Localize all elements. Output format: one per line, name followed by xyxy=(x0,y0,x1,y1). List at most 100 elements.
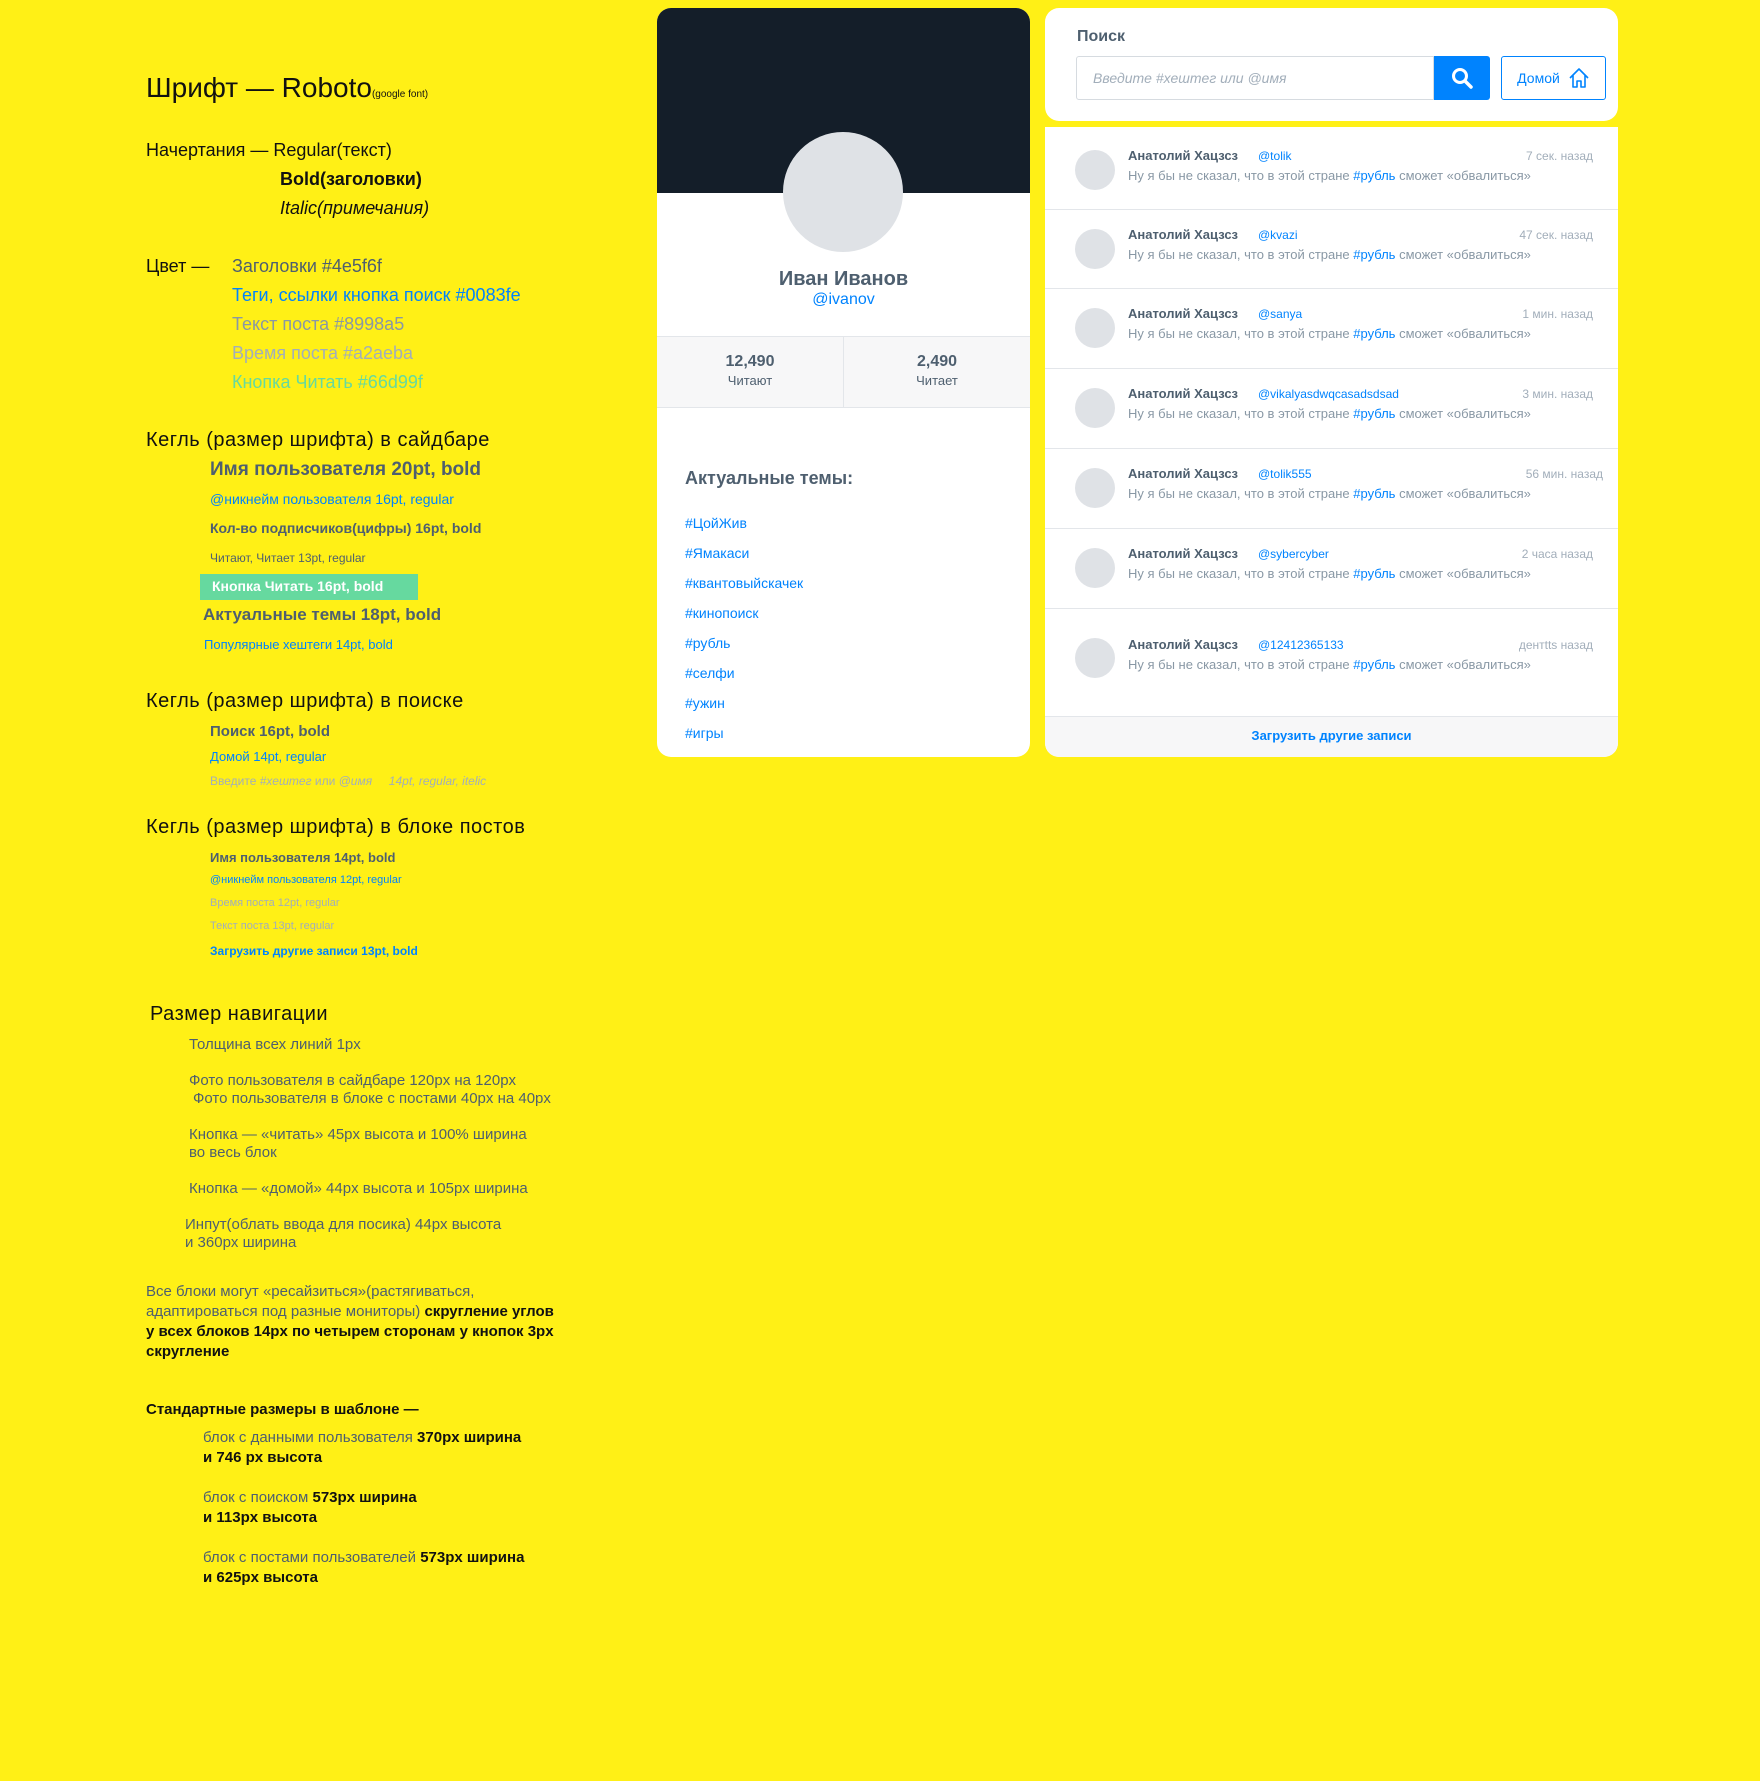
post-item[interactable]: Анатолий Хацзсз @sybercyber 2 часа назад… xyxy=(1045,528,1618,609)
nav-photo-sidebar: Фото пользователя в сайдбаре 120px на 12… xyxy=(189,1072,517,1089)
font-note: (google font) xyxy=(371,89,429,100)
post-hashtag[interactable]: #рубль xyxy=(1353,406,1395,421)
sidebar-topics-spec: Актуальные темы 18pt, bold xyxy=(203,605,442,624)
styles-bold: Bold(заголовки) xyxy=(280,169,422,189)
nav-input-2: и 360px ширина xyxy=(185,1234,297,1251)
topic-tag[interactable]: #квантовыйскачек xyxy=(685,568,803,598)
post-author-nick[interactable]: @vikalyasdwqcasadsdsad xyxy=(1258,387,1399,401)
nav-read-btn-1: Кнопка — «читать» 45px высота и 100% шир… xyxy=(189,1126,527,1143)
post-time: 56 мин. назад xyxy=(1525,467,1603,481)
sidebar-read-labels-spec: Читают, Читает 13pt, regular xyxy=(210,551,366,565)
post-hashtag[interactable]: #рубль xyxy=(1353,657,1395,672)
home-icon xyxy=(1569,68,1589,88)
search-icon xyxy=(1452,68,1473,89)
post-time: 7 сек. назад xyxy=(1526,149,1593,163)
post-time: 1 мин. назад xyxy=(1522,307,1593,321)
topic-tag[interactable]: #кинопоиск xyxy=(685,598,803,628)
resize-line-1: Все блоки могут «ресайзиться»(растягиват… xyxy=(146,1283,475,1300)
load-more-button[interactable]: Загрузить другие записи xyxy=(1045,716,1618,757)
post-item[interactable]: Анатолий Хацзсз @tolik 7 сек. назад Ну я… xyxy=(1045,127,1618,210)
search-home-spec: Домой 14pt, regular xyxy=(210,749,327,764)
topic-tag[interactable]: #ЦойЖив xyxy=(685,508,803,538)
post-time: дентtts назад xyxy=(1518,638,1593,652)
search-input[interactable]: Введите #хештег или @имя xyxy=(1076,56,1434,100)
post-author-nick[interactable]: @tolik xyxy=(1258,149,1292,163)
std-search-2: и 113px высота xyxy=(203,1509,318,1526)
topic-tag[interactable]: #Ямакаси xyxy=(685,538,803,568)
post-text: Ну я бы не сказал, что в этой стране #ру… xyxy=(1128,247,1531,262)
post-text: Ну я бы не сказал, что в этой стране #ру… xyxy=(1128,486,1531,501)
post-author-name[interactable]: Анатолий Хацзсз xyxy=(1128,227,1238,242)
color-post-time: Время поста #a2aeba xyxy=(232,343,414,363)
post-author-nick[interactable]: @tolik555 xyxy=(1258,467,1312,481)
post-text: Ну я бы не сказал, что в этой стране #ру… xyxy=(1128,168,1531,183)
search-card: Поиск Введите #хештег или @имя Домой xyxy=(1045,8,1618,121)
post-author-name[interactable]: Анатолий Хацзсз xyxy=(1128,386,1238,401)
color-read-button: Кнопка Читать #66d99f xyxy=(232,372,423,392)
home-button-label: Домой xyxy=(1517,70,1560,86)
post-item[interactable]: Анатолий Хацзсз @kvazi 47 сек. назад Ну … xyxy=(1045,209,1618,289)
post-author-nick[interactable]: @sybercyber xyxy=(1258,547,1329,561)
post-avatar[interactable] xyxy=(1075,308,1115,348)
post-author-nick[interactable]: @sanya xyxy=(1258,307,1302,321)
search-button[interactable] xyxy=(1434,56,1490,100)
post-hashtag[interactable]: #рубль xyxy=(1353,486,1395,501)
post-item[interactable]: Анатолий Хацзсз @vikalyasdwqcasadsdsad 3… xyxy=(1045,368,1618,449)
nav-photo-posts: Фото пользователя в блоке с постами 40px… xyxy=(193,1090,551,1107)
std-search-1: блок с поиском 573px ширина xyxy=(203,1489,417,1506)
sidebar-hashtags-spec: Популярные хештеги 14pt, bold xyxy=(204,637,393,652)
std-posts-1: блок с постами пользователей 573px ширин… xyxy=(203,1549,525,1566)
color-tags: Теги, ссылки кнопка поиск #0083fe xyxy=(232,285,521,305)
sidebar-nick-spec: @никнейм пользователя 16pt, regular xyxy=(210,491,454,507)
topic-tag[interactable]: #ужин xyxy=(685,688,803,718)
post-text: Ну я бы не сказал, что в этой стране #ру… xyxy=(1128,326,1531,341)
topic-tag[interactable]: #рубль xyxy=(685,628,803,658)
color-post-text: Текст поста #8998a5 xyxy=(232,314,405,334)
post-item[interactable]: Анатолий Хацзсз @12412365133 дентtts наз… xyxy=(1045,608,1618,717)
post-item[interactable]: Анатолий Хацзсз @tolik555 56 мин. назад … xyxy=(1045,448,1618,529)
stat-following[interactable]: 2,490 Читает xyxy=(843,337,1030,407)
std-title: Стандартные размеры в шаблоне — xyxy=(146,1401,419,1418)
profile-card: Иван Иванов @ivanov 12,490 Читают 2,490 … xyxy=(657,8,1030,757)
color-label: Цвет — xyxy=(146,256,210,276)
resize-line-2: адаптироваться под разные мониторы) скру… xyxy=(146,1303,554,1320)
post-hashtag[interactable]: #рубль xyxy=(1353,566,1395,581)
stat-followers-label: Читают xyxy=(727,373,773,388)
home-button[interactable]: Домой xyxy=(1501,56,1606,100)
post-author-name[interactable]: Анатолий Хацзсз xyxy=(1128,546,1238,561)
resize-line-3: у всех блоков 14px по четырем сторонам у… xyxy=(146,1323,554,1340)
post-author-name[interactable]: Анатолий Хацзсз xyxy=(1128,306,1238,321)
avatar[interactable] xyxy=(783,132,903,252)
profile-stats: 12,490 Читают 2,490 Читает xyxy=(657,336,1030,408)
post-avatar[interactable] xyxy=(1075,638,1115,678)
post-avatar[interactable] xyxy=(1075,468,1115,508)
topic-tag[interactable]: #селфи xyxy=(685,658,803,688)
resize-line-4: скругление xyxy=(146,1343,230,1360)
post-hashtag[interactable]: #рубль xyxy=(1353,247,1395,262)
search-title: Поиск xyxy=(1077,28,1126,45)
post-avatar[interactable] xyxy=(1075,548,1115,588)
post-hashtag[interactable]: #рубль xyxy=(1353,168,1395,183)
post-avatar[interactable] xyxy=(1075,150,1115,190)
post-avatar[interactable] xyxy=(1075,229,1115,269)
post-item[interactable]: Анатолий Хацзсз @sanya 1 мин. назад Ну я… xyxy=(1045,288,1618,369)
post-avatar[interactable] xyxy=(1075,388,1115,428)
stat-followers[interactable]: 12,490 Читают xyxy=(657,337,843,407)
topic-tag[interactable]: #игры xyxy=(685,718,803,748)
post-author-name[interactable]: Анатолий Хацзсз xyxy=(1128,466,1238,481)
nav-lines: Толщина всех линий 1px xyxy=(189,1036,361,1053)
post-text: Ну я бы не сказал, что в этой стране #ру… xyxy=(1128,406,1531,421)
nav-home-btn: Кнопка — «домой» 44px высота и 105px шир… xyxy=(189,1180,528,1197)
read-button-sample-label: Кнопка Читать 16pt, bold xyxy=(212,578,384,594)
profile-nick[interactable]: @ivanov xyxy=(657,291,1030,309)
post-time: 47 сек. назад xyxy=(1519,228,1593,242)
post-hashtag[interactable]: #рубль xyxy=(1353,326,1395,341)
search-label-spec: Поиск 16pt, bold xyxy=(210,723,331,740)
sidebar-followers-spec: Кол-во подписчиков(цифры) 16pt, bold xyxy=(210,520,482,536)
topics-title: Актуальные темы: xyxy=(685,468,854,488)
post-author-name[interactable]: Анатолий Хацзсз xyxy=(1128,637,1238,652)
post-author-name[interactable]: Анатолий Хацзсз xyxy=(1128,148,1238,163)
post-author-nick[interactable]: @kvazi xyxy=(1258,228,1298,242)
stat-following-label: Читает xyxy=(916,373,958,388)
post-author-nick[interactable]: @12412365133 xyxy=(1258,638,1344,652)
